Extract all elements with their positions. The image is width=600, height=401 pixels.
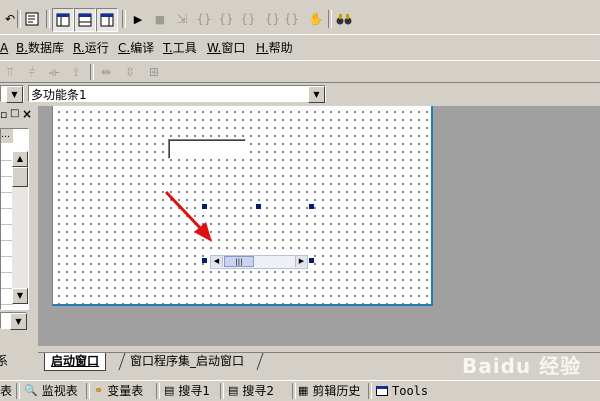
menu-item-tools[interactable]: T.工具	[163, 38, 197, 58]
tab-clip-history[interactable]: ▦ 剪辑历史	[298, 381, 360, 401]
selection-handle[interactable]	[256, 204, 261, 209]
same-height-icon[interactable]: ⇳	[120, 61, 140, 83]
tab-tools[interactable]: Tools	[376, 381, 428, 401]
scroll-up-button[interactable]: ▲	[12, 151, 28, 167]
layout-icon-1[interactable]	[52, 8, 74, 32]
layout-icon-2[interactable]	[74, 8, 96, 32]
scroll-thumb[interactable]: |||	[224, 256, 254, 267]
step-icon[interactable]: ⇲	[172, 8, 192, 30]
selection-handle[interactable]	[202, 258, 207, 263]
window-icon	[376, 386, 388, 396]
edit-box-control[interactable]	[168, 139, 246, 159]
toolbar-combo[interactable]: 多功能条1 ▼	[28, 85, 326, 103]
tab-separator	[292, 383, 296, 399]
chevron-down-icon[interactable]: ▼	[308, 86, 325, 103]
menu-item-window[interactable]: W.窗口	[207, 38, 245, 58]
step-out-icon[interactable]: {}	[216, 8, 236, 30]
list-header-button[interactable]: …	[1, 129, 13, 143]
tab-separator	[16, 383, 20, 399]
toolbar-separator	[46, 10, 50, 28]
step-over-icon[interactable]: {}	[238, 8, 258, 30]
combo-row: ▼ 多功能条1 ▼	[0, 82, 600, 105]
align-toolbar: ⫪ ⫩ ⟛ ⟟ ⇹ ⇳ ⊞	[0, 60, 600, 83]
panel-combo[interactable]: ▼	[0, 312, 27, 330]
panel-title-bar: ▫ □ ×	[0, 107, 36, 124]
document-icon: ▤	[228, 384, 239, 397]
panel-min-button[interactable]: ▫	[0, 108, 10, 121]
chevron-down-icon[interactable]: ▼	[6, 86, 23, 103]
tab-separator	[118, 353, 126, 371]
tab-table[interactable]: 表	[0, 381, 12, 401]
panel-close-button[interactable]: ×	[22, 107, 32, 121]
scroll-down-button[interactable]: ▼	[12, 288, 28, 304]
stop-icon[interactable]: ■	[150, 8, 170, 30]
tab-label: 启动窗口	[51, 354, 100, 368]
toolbar-combo-value: 多功能条1	[31, 88, 87, 102]
tab-variables[interactable]: ⚭ 变量表	[94, 381, 143, 401]
tab-separator	[86, 383, 90, 399]
document-icon: ▤	[164, 384, 175, 397]
left-side-label: 系	[0, 354, 9, 368]
horizontal-scrollbar-control[interactable]: ◀ ||| ▶	[210, 255, 308, 269]
hand-icon[interactable]: ✋	[306, 8, 326, 30]
tab-separator	[256, 353, 264, 371]
same-width-icon[interactable]: ⇹	[96, 61, 116, 83]
scroll-left-button[interactable]: ◀	[211, 256, 223, 267]
search-binoculars-icon[interactable]	[334, 8, 354, 30]
tab-label: 窗口程序集_启动窗口	[130, 354, 245, 368]
menu-item-compile[interactable]: C.编译	[118, 38, 154, 58]
form-design-canvas[interactable]: ◀ ||| ▶	[52, 106, 433, 306]
menu-bar: A B.数据库 R.运行 C.编译 T.工具 W.窗口 H.帮助	[0, 38, 600, 58]
space-vertical-icon[interactable]: ⟟	[66, 61, 86, 83]
braces-icon[interactable]: {} {}	[262, 8, 302, 30]
variables-icon: ⚭	[94, 384, 104, 397]
watermark: Baidu 经验	[462, 354, 582, 378]
list-scrollbar[interactable]: ▲ ▼	[12, 151, 28, 304]
magnifier-icon: 🔍	[24, 384, 38, 397]
tab-search1[interactable]: ▤ 搜寻1	[164, 381, 210, 401]
scroll-right-button[interactable]: ▶	[295, 256, 307, 267]
chevron-down-icon[interactable]: ▼	[10, 313, 27, 330]
clipboard-icon: ▦	[298, 384, 309, 397]
top-toolbar: ↶ ▶ ■ ⇲ {} {} {} {} {} ✋	[0, 0, 600, 35]
panel-max-button[interactable]: □	[10, 108, 20, 119]
tab-search2[interactable]: ▤ 搜寻2	[228, 381, 274, 401]
align-center-icon[interactable]: ⫩	[22, 61, 42, 83]
designer-workspace: ◀ ||| ▶	[38, 106, 600, 346]
toolbar-separator	[90, 64, 94, 80]
toolbar-separator	[328, 10, 332, 28]
menu-item-run[interactable]: R.运行	[73, 38, 109, 58]
left-combo[interactable]: ▼	[0, 85, 24, 103]
tab-separator	[368, 383, 372, 399]
bottom-panel-tabs: 表 🔍 监视表 ⚭ 变量表 ▤ 搜寻1 ▤ 搜寻2 ▦ 剪辑历史 Tools	[0, 380, 600, 401]
left-panel: ▫ □ × … ▲ ▼ ▼	[0, 106, 36, 336]
tab-watch[interactable]: 🔍 监视表	[24, 381, 78, 401]
menu-item-database[interactable]: B.数据库	[16, 38, 64, 58]
tab-separator	[220, 383, 224, 399]
tab-separator	[156, 383, 160, 399]
scroll-thumb[interactable]	[12, 167, 28, 187]
layout-icon-3[interactable]	[96, 8, 118, 32]
menu-item-help[interactable]: H.帮助	[256, 38, 293, 58]
find-icon[interactable]	[22, 8, 42, 30]
toolbar-separator	[122, 10, 126, 28]
space-horizontal-icon[interactable]: ⟛	[44, 61, 64, 83]
toolbar-separator	[17, 10, 21, 28]
selection-handle[interactable]	[309, 204, 314, 209]
tab-startup-window[interactable]: 启动窗口	[44, 353, 107, 371]
same-size-icon[interactable]: ⊞	[144, 61, 164, 83]
selection-handle[interactable]	[309, 258, 314, 263]
align-top-icon[interactable]: ⫪	[0, 61, 20, 83]
step-in-icon[interactable]: {}	[194, 8, 214, 30]
menu-item-a[interactable]: A	[0, 38, 8, 58]
tab-window-assembly[interactable]: 窗口程序集_启动窗口	[124, 353, 250, 370]
annotation-arrow	[164, 190, 212, 242]
run-icon[interactable]: ▶	[128, 8, 148, 30]
